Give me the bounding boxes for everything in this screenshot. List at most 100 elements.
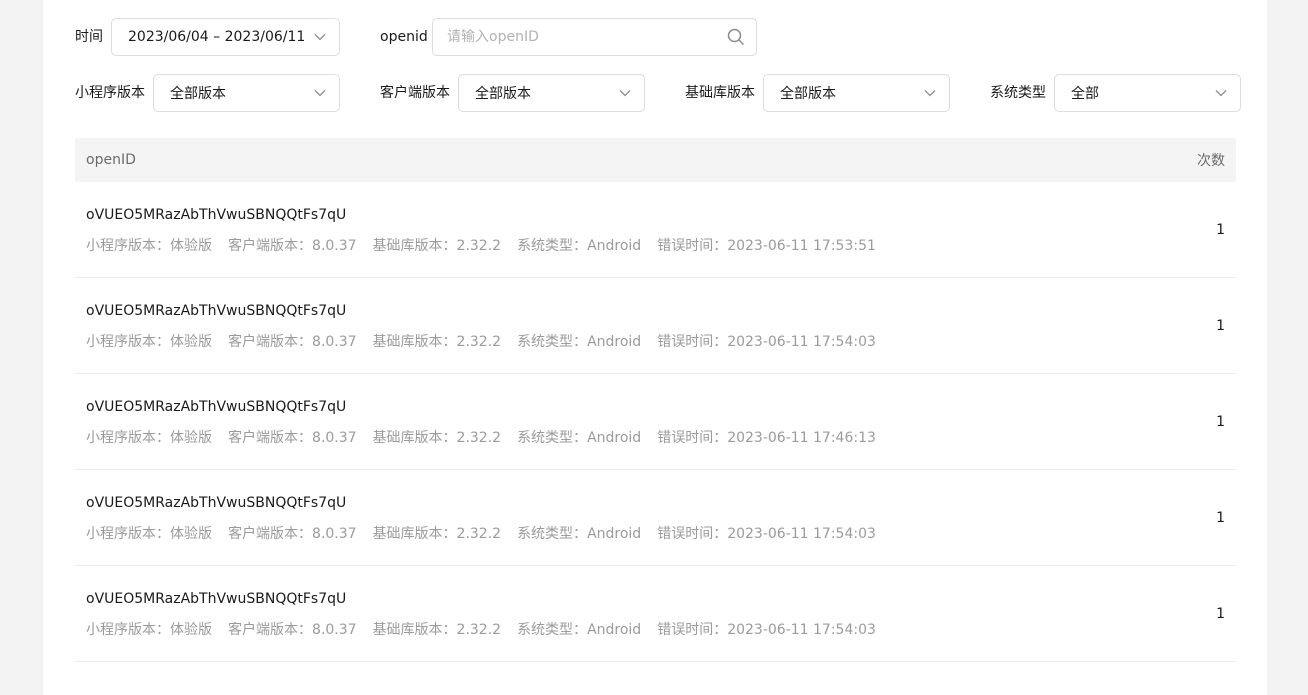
meta-client-label: 客户端版本： bbox=[228, 526, 312, 542]
meta-os: 系统类型：Android bbox=[517, 331, 641, 351]
base-version-label: 基础库版本 bbox=[685, 85, 755, 101]
meta-miniapp-label: 小程序版本： bbox=[86, 622, 170, 638]
meta-base: 基础库版本：2.32.2 bbox=[373, 523, 502, 543]
date-range-value: 2023/06/04 – 2023/06/11 bbox=[128, 29, 306, 45]
meta-os-label: 系统类型： bbox=[517, 334, 588, 350]
meta-os-label: 系统类型： bbox=[517, 430, 588, 446]
row-count: 1 bbox=[1216, 318, 1225, 334]
row-meta: 小程序版本：体验版 客户端版本：8.0.37 基础库版本：2.32.2 系统类型：An… bbox=[86, 331, 876, 351]
row-count: 1 bbox=[1216, 606, 1225, 622]
meta-client: 客户端版本：8.0.37 bbox=[228, 331, 357, 351]
client-version-value: 全部版本 bbox=[475, 86, 531, 102]
row-openid: oVUEO5MRazAbThVwuSBNQQtFs7qU bbox=[86, 399, 347, 415]
meta-time: 错误时间：2023-06-11 17:53:51 bbox=[657, 235, 876, 255]
meta-time-value: 2023-06-11 17:54:03 bbox=[727, 622, 876, 638]
meta-os-value: Android bbox=[587, 622, 642, 638]
chevron-down-icon bbox=[618, 86, 632, 100]
meta-client: 客户端版本：8.0.37 bbox=[228, 235, 357, 255]
base-version-value: 全部版本 bbox=[780, 86, 836, 102]
table-body: oVUEO5MRazAbThVwuSBNQQtFs7qU 小程序版本：体验版 客户端… bbox=[75, 182, 1236, 662]
meta-os: 系统类型：Android bbox=[517, 427, 641, 447]
openid-search-box bbox=[432, 18, 757, 56]
meta-os: 系统类型：Android bbox=[517, 235, 641, 255]
meta-time-value: 2023-06-11 17:53:51 bbox=[727, 238, 876, 254]
meta-base-value: 2.32.2 bbox=[456, 334, 502, 350]
meta-base: 基础库版本：2.32.2 bbox=[373, 619, 502, 639]
os-type-select[interactable]: 全部 bbox=[1054, 74, 1241, 112]
meta-miniapp-label: 小程序版本： bbox=[86, 334, 170, 350]
meta-os-label: 系统类型： bbox=[517, 238, 588, 254]
meta-os-label: 系统类型： bbox=[517, 526, 588, 542]
meta-base: 基础库版本：2.32.2 bbox=[373, 427, 502, 447]
meta-os-label: 系统类型： bbox=[517, 622, 588, 638]
chevron-down-icon bbox=[1214, 86, 1228, 100]
meta-client-value: 8.0.37 bbox=[312, 622, 357, 638]
search-icon[interactable] bbox=[726, 27, 746, 47]
meta-time-label: 错误时间： bbox=[657, 526, 728, 542]
table-row[interactable]: oVUEO5MRazAbThVwuSBNQQtFs7qU 小程序版本：体验版 客户端… bbox=[75, 182, 1236, 278]
meta-base-label: 基础库版本： bbox=[372, 526, 457, 542]
meta-client-label: 客户端版本： bbox=[228, 238, 312, 254]
meta-miniapp-value: 体验版 bbox=[170, 430, 212, 446]
table-row[interactable]: oVUEO5MRazAbThVwuSBNQQtFs7qU 小程序版本：体验版 客户端… bbox=[75, 470, 1236, 566]
meta-base-value: 2.32.2 bbox=[456, 430, 502, 446]
meta-miniapp-value: 体验版 bbox=[170, 238, 212, 254]
meta-client-value: 8.0.37 bbox=[312, 430, 357, 446]
meta-os-value: Android bbox=[587, 526, 642, 542]
meta-os: 系统类型：Android bbox=[517, 619, 641, 639]
meta-miniapp-label: 小程序版本： bbox=[86, 526, 170, 542]
meta-base: 基础库版本：2.32.2 bbox=[373, 331, 502, 351]
base-version-select[interactable]: 全部版本 bbox=[763, 74, 950, 112]
os-type-value: 全部 bbox=[1071, 86, 1099, 102]
meta-base-label: 基础库版本： bbox=[372, 238, 457, 254]
meta-base: 基础库版本：2.32.2 bbox=[373, 235, 502, 255]
meta-miniapp-label: 小程序版本： bbox=[86, 430, 170, 446]
openid-filter-label: openid bbox=[380, 29, 428, 45]
count-column-header: 次数 bbox=[1197, 153, 1225, 169]
client-version-select[interactable]: 全部版本 bbox=[458, 74, 645, 112]
meta-miniapp: 小程序版本：体验版 bbox=[86, 619, 212, 639]
row-count: 1 bbox=[1216, 222, 1225, 238]
meta-time-value: 2023-06-11 17:54:03 bbox=[727, 334, 876, 350]
meta-miniapp: 小程序版本：体验版 bbox=[86, 235, 212, 255]
meta-time: 错误时间：2023-06-11 17:54:03 bbox=[657, 331, 876, 351]
meta-miniapp: 小程序版本：体验版 bbox=[86, 523, 212, 543]
meta-miniapp-value: 体验版 bbox=[170, 622, 212, 638]
date-range-picker[interactable]: 2023/06/04 – 2023/06/11 bbox=[111, 18, 340, 56]
row-openid: oVUEO5MRazAbThVwuSBNQQtFs7qU bbox=[86, 303, 347, 319]
meta-client-label: 客户端版本： bbox=[228, 430, 312, 446]
meta-time-label: 错误时间： bbox=[657, 430, 728, 446]
meta-client: 客户端版本：8.0.37 bbox=[228, 427, 357, 447]
table-row[interactable]: oVUEO5MRazAbThVwuSBNQQtFs7qU 小程序版本：体验版 客户端… bbox=[75, 566, 1236, 662]
row-count: 1 bbox=[1216, 510, 1225, 526]
time-filter-label: 时间 bbox=[75, 29, 103, 45]
meta-os-value: Android bbox=[587, 238, 642, 254]
meta-time-label: 错误时间： bbox=[657, 334, 728, 350]
openid-column-header: openID bbox=[86, 152, 136, 168]
meta-os: 系统类型：Android bbox=[517, 523, 641, 543]
openid-search-input[interactable] bbox=[445, 28, 726, 46]
meta-base-value: 2.32.2 bbox=[456, 526, 502, 542]
meta-os-value: Android bbox=[587, 430, 642, 446]
meta-client-label: 客户端版本： bbox=[228, 622, 312, 638]
row-openid: oVUEO5MRazAbThVwuSBNQQtFs7qU bbox=[86, 495, 347, 511]
error-table: openID 次数 oVUEO5MRazAbThVwuSBNQQtFs7qU 小程… bbox=[75, 138, 1236, 662]
row-openid: oVUEO5MRazAbThVwuSBNQQtFs7qU bbox=[86, 207, 347, 223]
table-row[interactable]: oVUEO5MRazAbThVwuSBNQQtFs7qU 小程序版本：体验版 客户端… bbox=[75, 278, 1236, 374]
meta-miniapp-value: 体验版 bbox=[170, 334, 212, 350]
miniapp-version-select[interactable]: 全部版本 bbox=[153, 74, 340, 112]
meta-miniapp: 小程序版本：体验版 bbox=[86, 427, 212, 447]
meta-time: 错误时间：2023-06-11 17:54:03 bbox=[657, 523, 876, 543]
row-meta: 小程序版本：体验版 客户端版本：8.0.37 基础库版本：2.32.2 系统类型：An… bbox=[86, 235, 876, 255]
table-row[interactable]: oVUEO5MRazAbThVwuSBNQQtFs7qU 小程序版本：体验版 客户端… bbox=[75, 374, 1236, 470]
row-meta: 小程序版本：体验版 客户端版本：8.0.37 基础库版本：2.32.2 系统类型：An… bbox=[86, 523, 876, 543]
meta-client: 客户端版本：8.0.37 bbox=[228, 619, 357, 639]
meta-time-label: 错误时间： bbox=[657, 238, 728, 254]
meta-miniapp: 小程序版本：体验版 bbox=[86, 331, 212, 351]
meta-time-label: 错误时间： bbox=[657, 622, 728, 638]
table-header: openID 次数 bbox=[75, 138, 1236, 182]
row-meta: 小程序版本：体验版 客户端版本：8.0.37 基础库版本：2.32.2 系统类型：An… bbox=[86, 427, 876, 447]
chevron-down-icon bbox=[313, 86, 327, 100]
meta-base-value: 2.32.2 bbox=[456, 238, 502, 254]
meta-client-value: 8.0.37 bbox=[312, 238, 357, 254]
